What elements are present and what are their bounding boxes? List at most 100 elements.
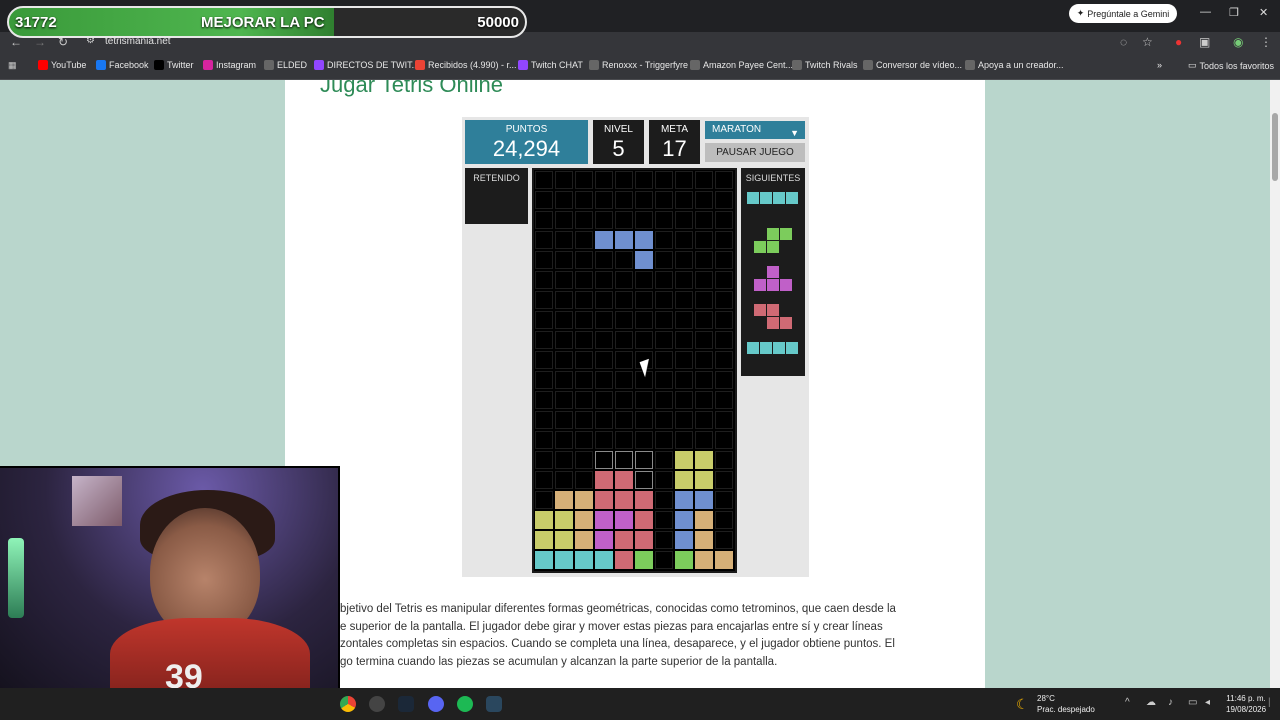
chrome-icon[interactable] [340,696,356,712]
board-cell-empty [595,191,613,209]
bookmark-favicon-icon [589,60,599,70]
board-cell-empty [695,331,713,349]
board-cell-empty [555,251,573,269]
board-cell-empty [675,431,693,449]
bookmark-item[interactable]: Twitch Rivals [792,60,858,70]
block-cell [635,491,653,509]
board-cell-empty [535,291,553,309]
next-piece-block [747,192,759,204]
restore-icon[interactable]: ❐ [1229,6,1239,19]
board-cell-empty [535,351,553,369]
all-bookmarks-link[interactable]: ▭ Todos los favoritos [1188,60,1274,71]
block-cell [575,531,593,549]
discord-icon[interactable] [428,696,444,712]
board-cell-empty [695,211,713,229]
steam-icon[interactable] [398,696,414,712]
board-cell-empty [695,271,713,289]
spotify-icon[interactable] [457,696,473,712]
block-cell [695,551,713,569]
bookmark-item[interactable]: Facebook [96,60,149,70]
steam-app-icon[interactable] [486,696,502,712]
profile-avatar[interactable]: ◉ [1233,35,1243,49]
board-cell-empty [595,411,613,429]
bookmark-item[interactable]: DIRECTOS DE TWIT... [314,60,419,70]
mute-icon[interactable]: ◌ [1120,35,1127,49]
goal-target-value: 50000 [477,14,519,31]
board-cell-empty [555,211,573,229]
extensions-puzzle-icon[interactable]: ▣ [1199,35,1210,49]
close-icon[interactable]: ✕ [1259,6,1268,19]
weather-widget[interactable]: 28°C Prac. despejado [1037,693,1095,715]
board-cell-empty [575,311,593,329]
board-cell-empty [715,431,733,449]
board-cell-empty [555,231,573,249]
board-cell-empty [695,191,713,209]
next-piece-block [780,317,792,329]
weather-condition: Prac. despejado [1037,705,1095,714]
scrollbar-thumb[interactable] [1272,113,1278,181]
pause-button[interactable]: PAUSAR JUEGO [705,143,805,162]
bookmark-item[interactable]: Twitch CHAT [518,60,583,70]
game-board[interactable] [532,168,737,573]
block-cell [675,471,693,489]
board-cell-empty [655,471,673,489]
clock[interactable]: 11:46 p. m. 19/08/2026 [1226,693,1266,715]
apps-icon[interactable]: ▦ [8,60,17,71]
page-scrollbar[interactable] [1270,80,1280,688]
board-cell-empty [715,291,733,309]
board-cell-empty [675,311,693,329]
cloud-icon[interactable]: ☁ [1146,697,1156,708]
tray-overflow-icon[interactable]: ^ [1125,697,1130,708]
board-cell-empty [595,431,613,449]
menu-icon[interactable]: ⋮ [1260,35,1272,49]
block-cell [675,531,693,549]
bookmark-item[interactable]: Conversor de vídeo... [863,60,962,70]
board-cell-empty [655,411,673,429]
board-cell-empty [535,331,553,349]
board-cell-empty [555,371,573,389]
board-cell-empty [615,251,633,269]
mode-select[interactable]: MARATON ▼ [705,121,805,139]
paragraph-line: bjetivo del Tetris es manipular diferent… [340,603,896,615]
tetris-game: PUNTOS 24,294 NIVEL 5 META 17 MARATON ▼ … [462,117,809,577]
board-cell-empty [695,231,713,249]
board-cell-empty [695,251,713,269]
bookmark-item[interactable]: Amazon Payee Cent... [690,60,793,70]
board-cell-empty [635,171,653,189]
obs-icon[interactable] [369,696,385,712]
gemini-label: Pregúntale a Gemini [1087,8,1170,19]
more-bookmarks-icon[interactable]: » [1157,60,1162,70]
block-cell [695,451,713,469]
board-cell-empty [555,431,573,449]
bookmark-star-icon[interactable]: ☆ [1142,35,1153,49]
bookmark-item[interactable]: Instagram [203,60,256,70]
board-cell-empty [675,231,693,249]
board-cell-empty [715,471,733,489]
bookmark-favicon-icon [792,60,802,70]
board-cell-empty [615,371,633,389]
minimize-icon[interactable]: — [1200,6,1211,18]
bookmark-item[interactable]: Apoya a un creador... [965,60,1064,70]
extension-icon[interactable]: ● [1175,35,1182,49]
network-icon[interactable]: ▭ [1188,697,1197,708]
bookmark-label: ELDED [277,60,308,70]
level-label: NIVEL [604,124,633,135]
bookmark-item[interactable]: Twitter [154,60,194,70]
board-cell-empty [615,411,633,429]
microphone-icon[interactable]: ♪ [1168,697,1173,708]
bookmark-item[interactable]: Recibidos (4.990) - r... [415,60,517,70]
bookmark-label: Apoya a un creador... [978,60,1064,70]
block-cell [555,531,573,549]
bookmark-item[interactable]: Renoxxx - Triggerfyre [589,60,688,70]
next-piece-block [786,192,798,204]
board-cell-empty [535,231,553,249]
bookmark-item[interactable]: YouTube [38,60,86,70]
board-cell-empty [675,351,693,369]
block-cell [575,491,593,509]
volume-icon[interactable]: ◂ [1205,697,1210,708]
board-cell-empty [695,411,713,429]
bookmark-item[interactable]: ELDED [264,60,307,70]
board-cell-empty [635,431,653,449]
gemini-button[interactable]: ✦ Pregúntale a Gemini [1069,4,1177,23]
show-desktop-button[interactable]: | [1268,697,1271,708]
